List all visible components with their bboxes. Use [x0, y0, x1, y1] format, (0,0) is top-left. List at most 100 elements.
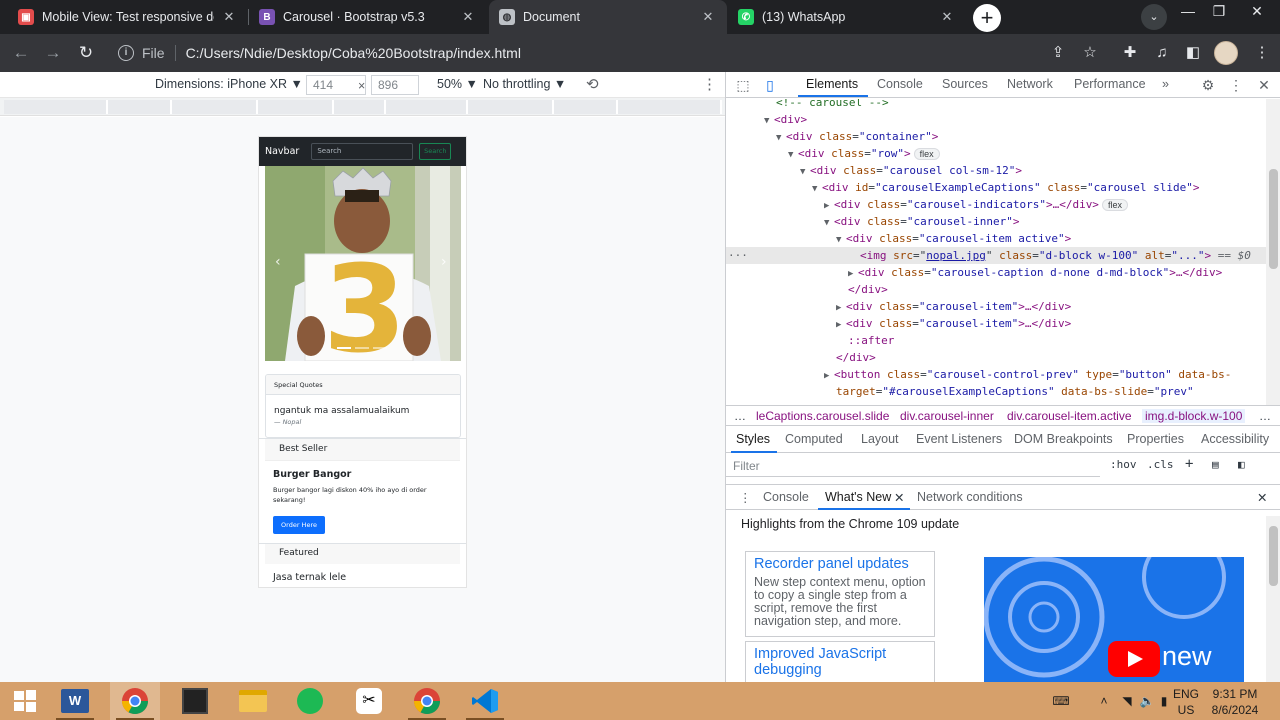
whats-new-scrollbar[interactable]: [1266, 516, 1280, 682]
close-icon[interactable]: ✕: [459, 9, 477, 25]
side-panel-icon[interactable]: ◧: [1183, 43, 1203, 63]
tab-properties[interactable]: Properties: [1127, 432, 1184, 446]
dom-node-selected[interactable]: ··· <img src="nopal.jpg" class="d-block w…: [726, 247, 1266, 264]
dom-node[interactable]: ▼ <div class="carousel col-sm-12">: [726, 162, 1266, 179]
tab-styles[interactable]: Styles: [736, 432, 770, 446]
cls-toggle[interactable]: .cls: [1147, 458, 1174, 471]
close-icon[interactable]: ✕: [699, 9, 717, 25]
spotify-app[interactable]: [285, 682, 335, 720]
elements-scrollbar[interactable]: [1266, 99, 1280, 405]
media-icon[interactable]: ♫: [1152, 43, 1172, 63]
dom-node[interactable]: <!-- carousel -->: [726, 99, 1266, 111]
device-select[interactable]: Dimensions: iPhone XR ▼: [155, 77, 303, 91]
close-icon[interactable]: ✕: [894, 490, 904, 505]
close-icon[interactable]: ✕: [220, 9, 238, 25]
tab-search-button[interactable]: ⌄: [1141, 4, 1167, 30]
search-button[interactable]: Search: [419, 143, 452, 160]
close-drawer-icon[interactable]: ✕: [1257, 490, 1267, 505]
tab-dom-breakpoints[interactable]: DOM Breakpoints: [1014, 432, 1113, 446]
whats-new-card-title[interactable]: Recorder panel updates: [754, 556, 926, 572]
dom-node[interactable]: ▶ <button class="carousel-control-prev" t…: [726, 366, 1266, 383]
carousel-next-icon[interactable]: ›: [441, 254, 447, 270]
search-input[interactable]: Search: [311, 143, 414, 160]
height-input[interactable]: 896: [371, 75, 419, 95]
dom-node[interactable]: ::after: [726, 332, 1266, 349]
tab-console[interactable]: Console: [877, 77, 923, 91]
share-icon[interactable]: ⇪: [1048, 43, 1068, 63]
url-text[interactable]: C:/Users/Ndie/Desktop/Coba%20Bootstrap/i…: [186, 45, 521, 61]
fl-studio-app[interactable]: [170, 682, 220, 720]
filter-input[interactable]: Filter: [733, 459, 760, 473]
more-tabs-button[interactable]: »: [1162, 77, 1169, 91]
tab-elements[interactable]: Elements: [806, 77, 858, 91]
chrome-app[interactable]: [110, 682, 160, 720]
carousel-prev-icon[interactable]: ‹: [275, 254, 281, 270]
tab-performance[interactable]: Performance: [1074, 77, 1146, 91]
dom-node[interactable]: ▼ <div class="carousel-inner">: [726, 213, 1266, 230]
file-explorer-app[interactable]: [228, 682, 278, 720]
indicator-dot[interactable]: [355, 347, 369, 349]
chrome-app-2[interactable]: [402, 682, 452, 720]
dom-node[interactable]: </div>: [726, 281, 1266, 298]
start-button[interactable]: [0, 682, 50, 720]
dom-node[interactable]: ▶ <div class="carousel-item">…</div>: [726, 315, 1266, 332]
tab-document[interactable]: ◍ Document ✕: [489, 0, 727, 34]
computed-styles-icon[interactable]: ▤: [1212, 458, 1219, 471]
dom-node[interactable]: ▼ <div class="row"> flex: [726, 145, 1266, 162]
whats-new-card[interactable]: Recorder panel updates New step context …: [745, 551, 935, 637]
dom-node[interactable]: </div>: [726, 349, 1266, 366]
whats-new-video[interactable]: new: [984, 557, 1244, 682]
dom-node[interactable]: ▼ <div class="carousel-item active">: [726, 230, 1266, 247]
more-options-icon[interactable]: ⋮: [702, 75, 717, 93]
add-rule-icon[interactable]: +: [1185, 456, 1193, 472]
flex-badge[interactable]: flex: [1101, 199, 1128, 211]
new-tab-button[interactable]: +: [973, 4, 1001, 32]
throttle-select[interactable]: No throttling ▼: [483, 77, 566, 91]
breadcrumb-more[interactable]: …: [734, 409, 746, 423]
keyboard-icon[interactable]: ⌨: [1044, 682, 1078, 720]
tab-event-listeners[interactable]: Event Listeners: [916, 432, 1002, 446]
clock[interactable]: 9:31 PM 8/6/2024: [1205, 686, 1265, 718]
dom-node[interactable]: ▼ <div id="carouselExampleCaptions" class…: [726, 179, 1266, 196]
hov-toggle[interactable]: :hov: [1110, 458, 1137, 471]
close-devtools-icon[interactable]: ✕: [1255, 76, 1273, 94]
drawer-menu-icon[interactable]: ⋮: [739, 490, 752, 505]
capcut-app[interactable]: ✂: [344, 682, 394, 720]
forward-icon[interactable]: →: [42, 42, 64, 64]
tray-chevron-icon[interactable]: ˄: [1095, 682, 1113, 720]
tab-bootstrap-carousel[interactable]: B Carousel · Bootstrap v5.3 ✕: [249, 0, 487, 34]
whats-new-card-title[interactable]: Improved JavaScript debugging: [754, 646, 926, 678]
inspect-element-icon[interactable]: ⬚: [734, 76, 752, 94]
breadcrumb-item[interactable]: div.carousel-inner: [900, 409, 994, 423]
tab-computed[interactable]: Computed: [785, 432, 843, 446]
window-close-icon[interactable]: ✕: [1241, 0, 1273, 24]
minimize-icon[interactable]: —: [1172, 0, 1204, 24]
tab-accessibility[interactable]: Accessibility: [1201, 432, 1269, 446]
navbar-brand[interactable]: Navbar: [265, 146, 299, 157]
tab-network[interactable]: Network: [1007, 77, 1053, 91]
language-indicator[interactable]: ENG US: [1168, 686, 1204, 718]
breadcrumb-more[interactable]: …: [1259, 409, 1271, 423]
dom-node[interactable]: ▼ <div class="container">: [726, 128, 1266, 145]
sidebar-toggle-icon[interactable]: ◧: [1238, 458, 1245, 471]
word-app[interactable]: W: [50, 682, 100, 720]
dom-node[interactable]: ▼ <div>: [726, 111, 1266, 128]
close-icon[interactable]: ✕: [938, 9, 956, 25]
drawer-tab-whats-new[interactable]: What's New: [825, 490, 891, 504]
device-toolbar-icon[interactable]: ▯: [761, 76, 779, 94]
tab-mobile-view[interactable]: ▣ Mobile View: Test responsive des ✕: [8, 0, 248, 34]
tab-whatsapp[interactable]: ✆ (13) WhatsApp ✕: [728, 0, 966, 34]
address-bar[interactable]: i File C:/Users/Ndie/Desktop/Coba%20Boot…: [110, 38, 1110, 68]
carousel[interactable]: 3 ‹ ›: [265, 166, 461, 361]
vscode-app[interactable]: [460, 682, 510, 720]
youtube-play-icon[interactable]: [1108, 641, 1160, 677]
drawer-tab-console[interactable]: Console: [763, 490, 809, 504]
bookmark-star-icon[interactable]: ☆: [1080, 43, 1100, 63]
dom-node[interactable]: target="#carouselExampleCaptions" data-b…: [726, 383, 1266, 400]
breadcrumb-item-active[interactable]: img.d-block.w-100: [1142, 409, 1246, 423]
settings-gear-icon[interactable]: ⚙: [1199, 76, 1217, 94]
tab-layout[interactable]: Layout: [861, 432, 899, 446]
indicator-dot[interactable]: [337, 347, 351, 349]
dom-node[interactable]: ▶ <div class="carousel-indicators">…</div…: [726, 196, 1266, 213]
media-query-bar[interactable]: [0, 98, 725, 116]
